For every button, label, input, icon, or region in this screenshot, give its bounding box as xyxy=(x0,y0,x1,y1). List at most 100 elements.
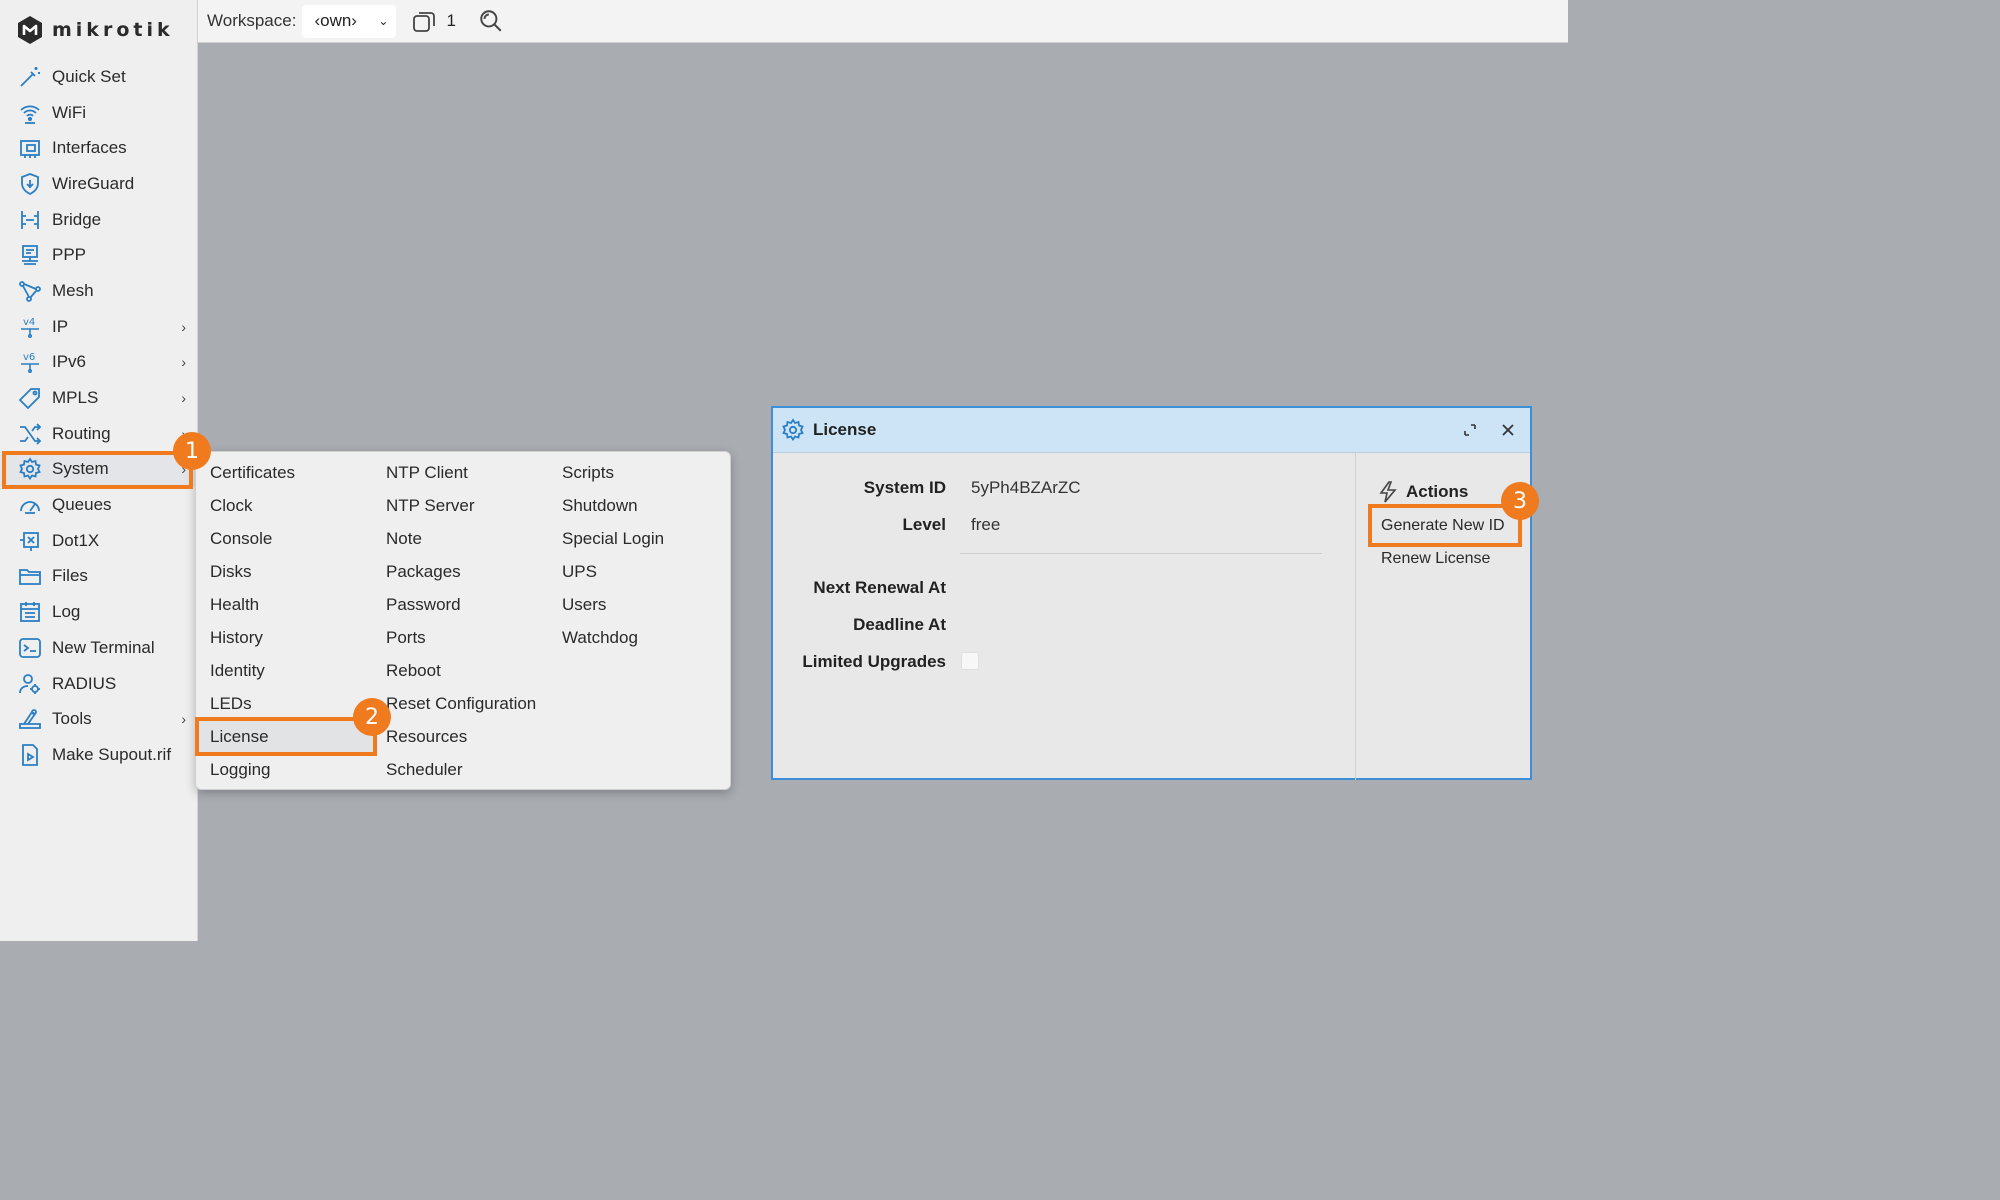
window-count-button[interactable]: 1 xyxy=(412,9,456,33)
mikrotik-logo: mikrotik xyxy=(16,14,174,46)
menu-item-watchdog[interactable]: Watchdog xyxy=(548,621,728,654)
supout-icon xyxy=(18,743,42,767)
bridge-icon xyxy=(18,208,42,232)
sidebar-item-ppp[interactable]: PPP xyxy=(0,237,198,273)
step-badge-1: 1 xyxy=(173,432,211,470)
sidebar-item-routing[interactable]: Routing › xyxy=(0,416,198,452)
step-badge-2: 2 xyxy=(353,698,391,736)
level-label: Level xyxy=(902,515,946,534)
menu-item-identity[interactable]: Identity xyxy=(196,654,374,687)
menu-item-ntp-client[interactable]: NTP Client xyxy=(372,456,552,489)
menu-item-console[interactable]: Console xyxy=(196,522,374,555)
sidebar-item-bridge[interactable]: Bridge xyxy=(0,202,198,238)
sidebar-item-label: PPP xyxy=(52,245,87,265)
menu-item-history[interactable]: History xyxy=(196,621,374,654)
limited-upgrades-label: Limited Upgrades xyxy=(802,652,946,671)
menu-item-reset-configuration[interactable]: Reset Configuration xyxy=(372,687,552,720)
sidebar-item-label: WiFi xyxy=(52,102,86,122)
sidebar-item-make-supout[interactable]: Make Supout.rif xyxy=(0,737,198,773)
menu-item-reboot[interactable]: Reboot xyxy=(372,654,552,687)
svg-text:v4: v4 xyxy=(23,317,35,328)
menu-item-ntp-server[interactable]: NTP Server xyxy=(372,489,552,522)
sidebar-item-label: WireGuard xyxy=(52,173,135,193)
close-icon[interactable] xyxy=(1496,418,1520,442)
sidebar-item-system[interactable]: System › xyxy=(0,451,198,488)
menu-item-certificates[interactable]: Certificates xyxy=(196,456,374,489)
menu-item-leds[interactable]: LEDs xyxy=(196,687,374,720)
menu-item-health[interactable]: Health xyxy=(196,588,374,621)
menu-item-special-login[interactable]: Special Login xyxy=(548,522,728,555)
top-bar: Workspace: ‹own› ⌄ 1 xyxy=(198,0,1568,43)
dot1x-icon xyxy=(18,529,42,553)
generate-new-id-button[interactable]: Generate New ID xyxy=(1381,517,1505,535)
system-id-value: 5yPh4BZArZC xyxy=(971,478,1081,497)
sidebar-item-label: Quick Set xyxy=(52,66,126,86)
renew-license-button[interactable]: Renew License xyxy=(1381,550,1490,568)
sidebar-item-label: MPLS xyxy=(52,388,99,408)
menu-item-scripts[interactable]: Scripts xyxy=(548,456,728,489)
submenu-column-2: NTP Client NTP Server Note Packages Pass… xyxy=(372,456,552,786)
sidebar-item-log[interactable]: Log xyxy=(0,594,198,630)
workspace-label: Workspace: xyxy=(207,11,297,30)
sidebar-item-files[interactable]: Files xyxy=(0,559,198,595)
sidebar-item-wireguard[interactable]: WireGuard xyxy=(0,166,198,202)
sidebar-item-mpls[interactable]: MPLS › xyxy=(0,380,198,416)
step-badge-3: 3 xyxy=(1501,482,1539,520)
search-icon[interactable] xyxy=(478,8,504,34)
sidebar-item-quick-set[interactable]: Quick Set xyxy=(0,59,198,95)
wireguard-shield-icon xyxy=(18,172,42,196)
sidebar-item-label: IPv6 xyxy=(52,352,87,372)
menu-item-resources[interactable]: Resources xyxy=(372,720,552,753)
folder-icon xyxy=(18,564,42,588)
sidebar-item-queues[interactable]: Queues xyxy=(0,487,198,523)
sidebar-item-dot1x[interactable]: Dot1X xyxy=(0,523,198,559)
wifi-icon xyxy=(18,101,42,125)
lightning-icon xyxy=(1379,481,1397,503)
workspace-select[interactable]: ‹own› ⌄ xyxy=(302,4,397,38)
window-count: 1 xyxy=(446,11,456,30)
license-window-title: License xyxy=(813,420,877,439)
workspace-value: ‹own› xyxy=(314,11,357,30)
limited-upgrades-checkbox[interactable] xyxy=(961,652,979,670)
menu-item-users[interactable]: Users xyxy=(548,588,728,621)
gear-icon xyxy=(18,457,42,481)
ipv6-icon: v6 xyxy=(18,350,42,374)
system-submenu: Certificates Clock Console Disks Health … xyxy=(195,451,731,790)
sidebar-item-radius[interactable]: RADIUS xyxy=(0,666,198,702)
menu-item-note[interactable]: Note xyxy=(372,522,552,555)
chevron-down-icon: ⌄ xyxy=(378,14,389,28)
menu-item-license[interactable]: License xyxy=(196,720,374,753)
sidebar-item-label: Log xyxy=(52,602,81,622)
mikrotik-logo-icon xyxy=(18,16,42,44)
wand-icon xyxy=(18,65,42,89)
maximize-icon[interactable] xyxy=(1458,418,1482,442)
calendar-icon xyxy=(18,600,42,624)
gauge-icon xyxy=(18,493,42,517)
interfaces-icon xyxy=(18,136,42,160)
ipv4-icon: v4 xyxy=(18,315,42,339)
menu-item-logging[interactable]: Logging xyxy=(196,753,374,786)
sidebar-item-tools[interactable]: Tools › xyxy=(0,701,198,737)
license-window: License System ID 5yPh4BZArZC Level free… xyxy=(771,406,1532,780)
menu-item-packages[interactable]: Packages xyxy=(372,555,552,588)
brand-name: mikrotik xyxy=(52,19,174,41)
menu-item-password[interactable]: Password xyxy=(372,588,552,621)
gear-icon xyxy=(782,418,804,442)
ppp-icon xyxy=(18,243,42,267)
menu-item-disks[interactable]: Disks xyxy=(196,555,374,588)
menu-item-scheduler[interactable]: Scheduler xyxy=(372,753,552,786)
license-window-titlebar[interactable]: License xyxy=(773,408,1530,453)
menu-item-ups[interactable]: UPS xyxy=(548,555,728,588)
sidebar-item-wifi[interactable]: WiFi xyxy=(0,95,198,131)
next-renewal-label: Next Renewal At xyxy=(813,578,946,597)
sidebar-item-interfaces[interactable]: Interfaces xyxy=(0,130,198,166)
radius-users-icon xyxy=(18,672,42,696)
sidebar-item-mesh[interactable]: Mesh xyxy=(0,273,198,309)
submenu-column-3: Scripts Shutdown Special Login UPS Users… xyxy=(548,456,728,654)
sidebar-item-ip[interactable]: v4 IP › xyxy=(0,309,198,345)
menu-item-clock[interactable]: Clock xyxy=(196,489,374,522)
menu-item-ports[interactable]: Ports xyxy=(372,621,552,654)
menu-item-shutdown[interactable]: Shutdown xyxy=(548,489,728,522)
sidebar-item-new-terminal[interactable]: New Terminal xyxy=(0,630,198,666)
sidebar-item-ipv6[interactable]: v6 IPv6 › xyxy=(0,345,198,381)
